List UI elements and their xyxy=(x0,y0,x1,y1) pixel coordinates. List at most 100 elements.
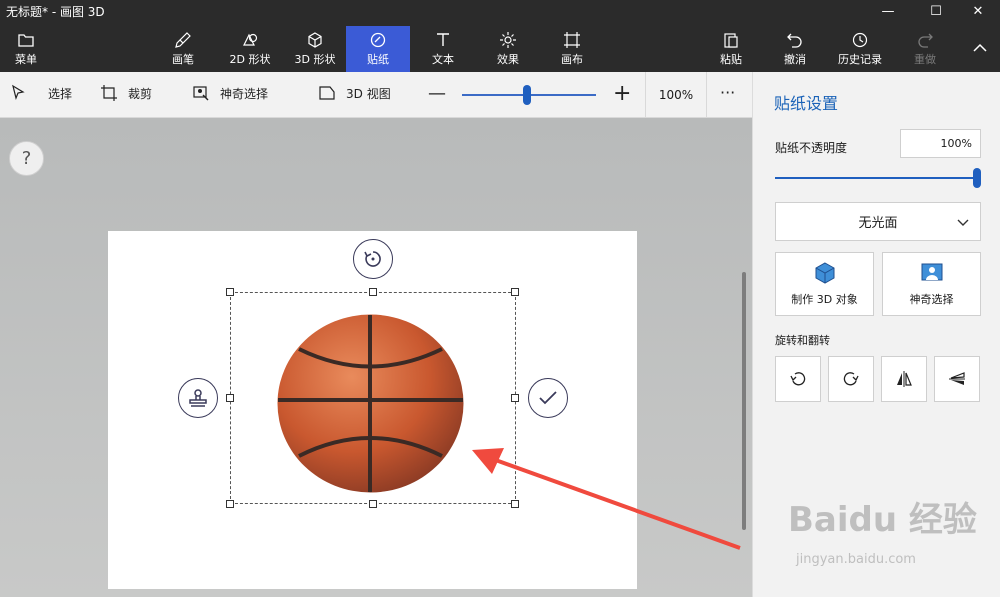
history-icon xyxy=(852,32,868,48)
history-label: 历史记录 xyxy=(838,53,882,66)
chevron-up-icon xyxy=(973,43,987,52)
effects-icon xyxy=(500,32,516,48)
history-button[interactable]: 历史记录 xyxy=(832,26,888,72)
help-button[interactable]: ? xyxy=(9,141,44,176)
rotate-button[interactable] xyxy=(353,239,393,279)
brush-icon xyxy=(175,32,191,48)
3d-view-label: 3D 视图 xyxy=(346,86,391,101)
magic-select-label: 神奇选择 xyxy=(909,293,954,306)
cube-icon xyxy=(308,32,322,48)
select-tool[interactable]: 选择 xyxy=(10,84,72,102)
crop-icon xyxy=(101,85,117,101)
flip-vertical-button[interactable] xyxy=(934,356,980,402)
tab-canvas[interactable]: 画布 xyxy=(549,26,595,72)
resize-handle[interactable] xyxy=(369,500,377,508)
stamp-button[interactable] xyxy=(178,378,218,418)
zoom-out-button[interactable]: — xyxy=(428,83,446,104)
rotate-right-icon xyxy=(843,372,859,386)
watermark-brand: Baidu 经验 xyxy=(788,500,977,540)
opacity-label: 贴纸不透明度 xyxy=(775,141,848,155)
collapse-ribbon-button[interactable] xyxy=(962,26,998,72)
panel-title: 贴纸设置 xyxy=(774,94,839,113)
tab-effects[interactable]: 效果 xyxy=(485,26,531,72)
paste-button[interactable]: 粘贴 xyxy=(708,26,754,72)
canvas-icon xyxy=(564,32,580,48)
redo-button[interactable]: 重做 xyxy=(902,26,948,72)
sticker-icon xyxy=(370,32,386,48)
paste-icon xyxy=(724,33,738,48)
undo-button[interactable]: 撤消 xyxy=(772,26,818,72)
make-3d-button[interactable]: 制作 3D 对象 xyxy=(775,252,874,316)
tab-label: 文本 xyxy=(432,53,454,66)
minimize-icon[interactable]: — xyxy=(865,0,911,22)
magic-select-label: 神奇选择 xyxy=(220,86,269,101)
crop-tool[interactable]: 裁剪 xyxy=(100,84,152,102)
cursor-icon xyxy=(12,84,25,100)
tab-3d-shapes[interactable]: 3D 形状 xyxy=(287,26,343,72)
tab-label: 贴纸 xyxy=(367,53,389,66)
zoom-slider-thumb[interactable] xyxy=(523,85,531,105)
window-title: 无标题* - 画图 3D xyxy=(6,5,105,19)
view-3d-icon xyxy=(319,86,335,100)
toolbar: 选择 裁剪 神奇选择 3D 视图 — + 100% ··· xyxy=(0,72,752,118)
undo-label: 撤消 xyxy=(784,53,806,66)
tab-label: 效果 xyxy=(497,53,519,66)
more-button[interactable]: ··· xyxy=(720,83,735,102)
magic-select-icon xyxy=(193,86,209,101)
finish-value: 无光面 xyxy=(858,216,898,231)
folder-icon xyxy=(18,34,34,47)
flip-vertical-icon xyxy=(949,372,965,385)
commit-button[interactable] xyxy=(528,378,568,418)
resize-handle[interactable] xyxy=(226,288,234,296)
baidu-jingyan-watermark: Baidu 经验 jingyan.baidu.com xyxy=(788,490,988,580)
title-bar: 无标题* - 画图 3D — ☐ ✕ 菜单 画笔 2D 形状 3D 形状 贴纸 … xyxy=(0,0,1000,72)
opacity-input[interactable]: 100% xyxy=(900,129,981,158)
magic-select-button[interactable]: 神奇选择 xyxy=(882,252,981,316)
resize-handle[interactable] xyxy=(511,288,519,296)
tab-label: 2D 形状 xyxy=(229,53,271,66)
chevron-down-icon xyxy=(957,219,969,226)
resize-handle[interactable] xyxy=(226,500,234,508)
resize-handle[interactable] xyxy=(511,394,519,402)
magic-select-icon xyxy=(921,263,942,281)
finish-dropdown[interactable]: 无光面 xyxy=(775,202,981,241)
rotate-icon xyxy=(364,251,381,267)
tab-label: 画笔 xyxy=(172,53,194,66)
checkmark-icon xyxy=(539,391,557,405)
opacity-slider-thumb[interactable] xyxy=(973,168,981,188)
maximize-icon[interactable]: ☐ xyxy=(913,0,959,22)
menu-button[interactable]: 菜单 xyxy=(0,26,52,72)
3d-view-tool[interactable]: 3D 视图 xyxy=(318,84,391,102)
paste-label: 粘贴 xyxy=(720,53,742,66)
tab-label: 3D 形状 xyxy=(294,53,336,66)
tab-stickers[interactable]: 贴纸 xyxy=(346,26,410,72)
rotate-left-button[interactable] xyxy=(775,356,821,402)
opacity-slider-track[interactable] xyxy=(775,177,977,179)
flip-horizontal-icon xyxy=(897,371,912,387)
select-label: 选择 xyxy=(48,86,73,101)
rotate-left-icon xyxy=(790,372,806,386)
magic-select-tool[interactable]: 神奇选择 xyxy=(192,84,268,102)
tab-2d-shapes[interactable]: 2D 形状 xyxy=(222,26,278,72)
crop-label: 裁剪 xyxy=(128,86,153,101)
tab-text[interactable]: 文本 xyxy=(420,26,466,72)
resize-handle[interactable] xyxy=(369,288,377,296)
annotation-arrow xyxy=(472,448,741,550)
resize-handle[interactable] xyxy=(226,394,234,402)
make-3d-label: 制作 3D 对象 xyxy=(791,293,858,306)
undo-icon xyxy=(787,33,802,48)
rotate-flip-label: 旋转和翻转 xyxy=(775,334,830,347)
zoom-in-button[interactable]: + xyxy=(613,81,631,106)
tab-label: 画布 xyxy=(561,53,583,66)
zoom-value[interactable]: 100% xyxy=(645,72,707,118)
redo-label: 重做 xyxy=(914,53,936,66)
flip-horizontal-button[interactable] xyxy=(881,356,927,402)
tab-brush[interactable]: 画笔 xyxy=(160,26,206,72)
cube-icon xyxy=(815,262,834,284)
close-icon[interactable]: ✕ xyxy=(955,0,1000,22)
redo-icon xyxy=(918,33,933,48)
stamp-icon xyxy=(189,389,207,407)
text-icon xyxy=(437,33,449,46)
rotate-right-button[interactable] xyxy=(828,356,874,402)
shapes-2d-icon xyxy=(243,33,258,46)
